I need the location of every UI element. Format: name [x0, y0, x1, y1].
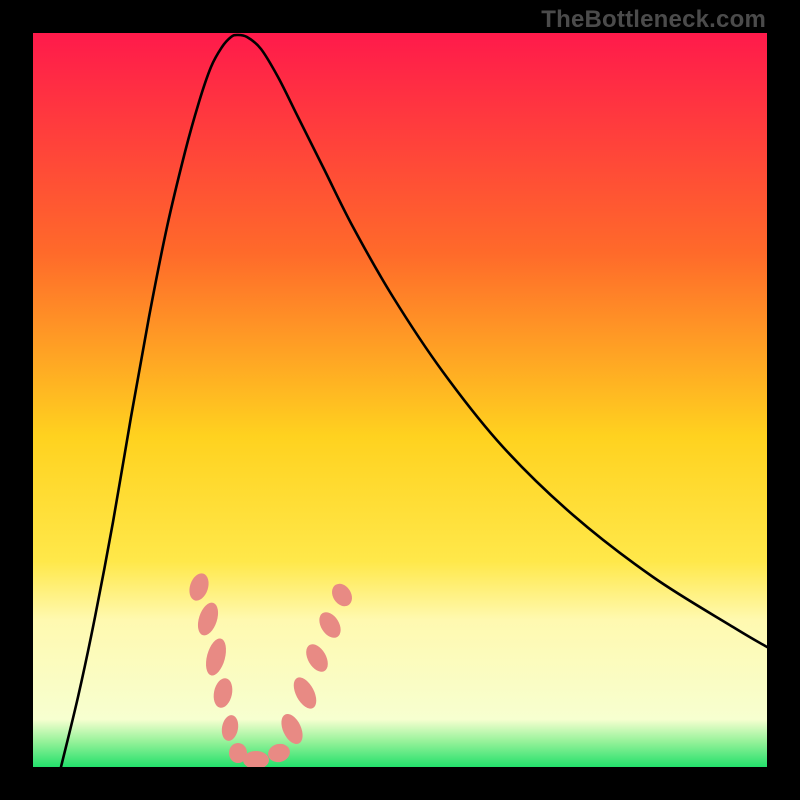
- curve-marker: [220, 714, 240, 742]
- curve-marker: [315, 608, 345, 641]
- curve-markers: [186, 571, 356, 767]
- curve-marker: [202, 636, 229, 677]
- curve-marker: [211, 676, 235, 709]
- chart-frame: TheBottleneck.com: [0, 0, 800, 800]
- curve-marker: [302, 641, 333, 676]
- bottleneck-curve: [61, 35, 767, 767]
- watermark-text: TheBottleneck.com: [541, 6, 766, 34]
- curve-marker: [266, 741, 292, 764]
- curve-marker: [186, 571, 212, 603]
- curve-marker: [194, 600, 222, 638]
- curve-marker: [328, 580, 356, 610]
- plot-area: [33, 33, 767, 767]
- curve-layer: [33, 33, 767, 767]
- curve-marker: [289, 674, 321, 712]
- curve-marker: [277, 711, 307, 748]
